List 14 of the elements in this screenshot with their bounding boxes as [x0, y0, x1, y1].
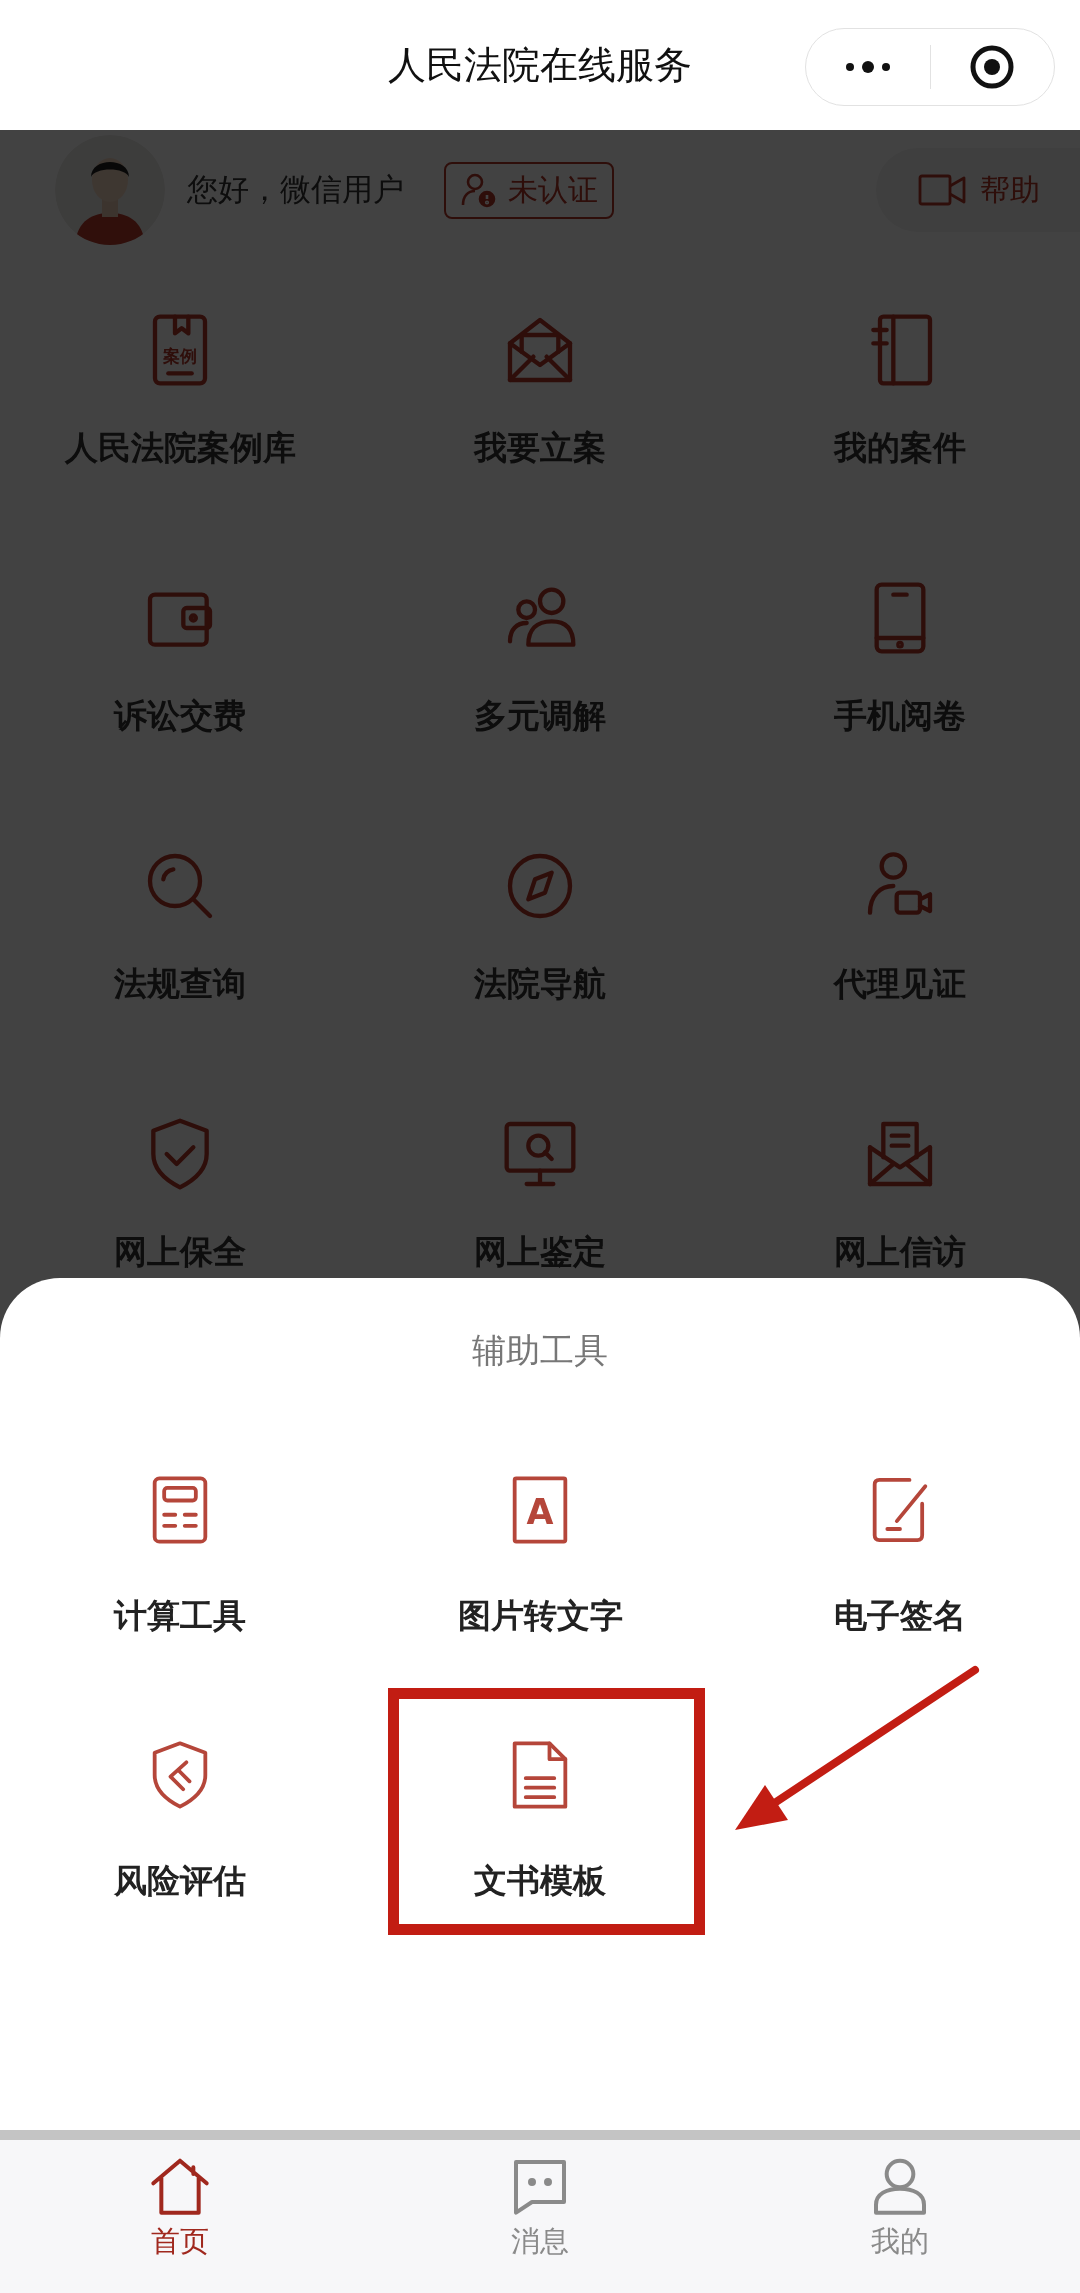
- sheet-title: 辅助工具: [471, 1329, 609, 1372]
- tab[interactable]: 首页: [0, 2140, 360, 2293]
- target-icon: [969, 44, 1016, 90]
- icon-label: A: [526, 1492, 554, 1533]
- tool-button[interactable]: 文书模板: [474, 1703, 606, 1905]
- icon-label: 案例: [163, 346, 197, 366]
- more-icon: [843, 60, 892, 74]
- tab[interactable]: 我的: [720, 2140, 1080, 2293]
- tool-button[interactable]: A 图片转文字: [457, 1438, 623, 1640]
- tool-button[interactable]: 计算工具: [114, 1438, 246, 1640]
- tab[interactable]: 消息: [360, 2140, 720, 2293]
- page-title: 人民法院在线服务: [388, 41, 692, 89]
- tool-button[interactable]: 风险评估: [114, 1703, 246, 1905]
- tool-button[interactable]: 电子签名: [834, 1438, 966, 1640]
